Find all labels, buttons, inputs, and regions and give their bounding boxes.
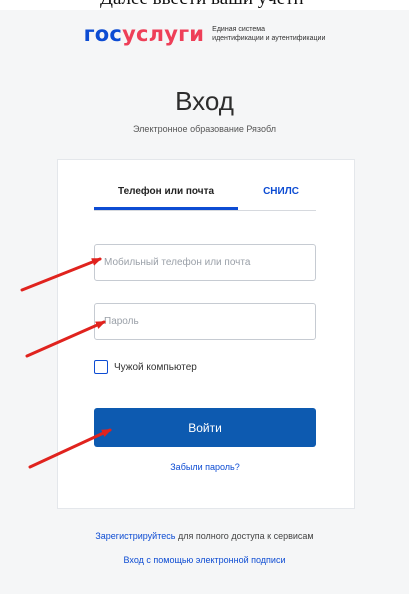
logo-wordmark: гос услуги xyxy=(84,22,205,46)
tab-snils[interactable]: СНИЛС xyxy=(256,186,306,210)
password-input[interactable] xyxy=(94,303,316,340)
logo-subtitle: Единая система идентификации и аутентифи… xyxy=(212,25,325,43)
page-title: Вход xyxy=(175,86,234,116)
register-line-text: для полного доступа к сервисам xyxy=(175,531,314,541)
logo-part-gos: гос xyxy=(83,22,123,46)
top-banner-text: Далее ввести ваши учетн xyxy=(100,0,304,10)
login-input[interactable] xyxy=(94,244,316,281)
top-banner: Далее ввести ваши учетн xyxy=(0,0,409,10)
foreign-computer-option[interactable]: Чужой компьютер xyxy=(94,360,197,374)
login-tabs: Телефон или почта СНИЛС xyxy=(94,186,316,211)
foreign-computer-checkbox[interactable] xyxy=(94,360,108,374)
foreign-computer-label: Чужой компьютер xyxy=(114,361,197,373)
forgot-password-link[interactable]: Забыли пароль? xyxy=(94,462,316,472)
logo-subtitle-line1: Единая система xyxy=(212,26,265,33)
logo-part-uslugi: услуги xyxy=(122,22,205,46)
page-subtitle: Электронное образование Рязобл xyxy=(133,124,276,134)
register-link[interactable]: Зарегистрируйтесь xyxy=(95,531,175,541)
esign-login-link[interactable]: Вход с помощью электронной подписи xyxy=(0,555,409,565)
gosuslugi-logo: гос услуги Единая система идентификации и… xyxy=(0,22,409,46)
register-line: Зарегистрируйтесь для полного доступа к … xyxy=(0,531,409,541)
login-card: Телефон или почта СНИЛС Чужой компьютер … xyxy=(57,159,355,509)
logo-subtitle-line2: идентификации и аутентификации xyxy=(212,35,326,42)
login-button[interactable]: Войти xyxy=(94,408,316,447)
tab-phone-or-email[interactable]: Телефон или почта xyxy=(94,186,238,210)
